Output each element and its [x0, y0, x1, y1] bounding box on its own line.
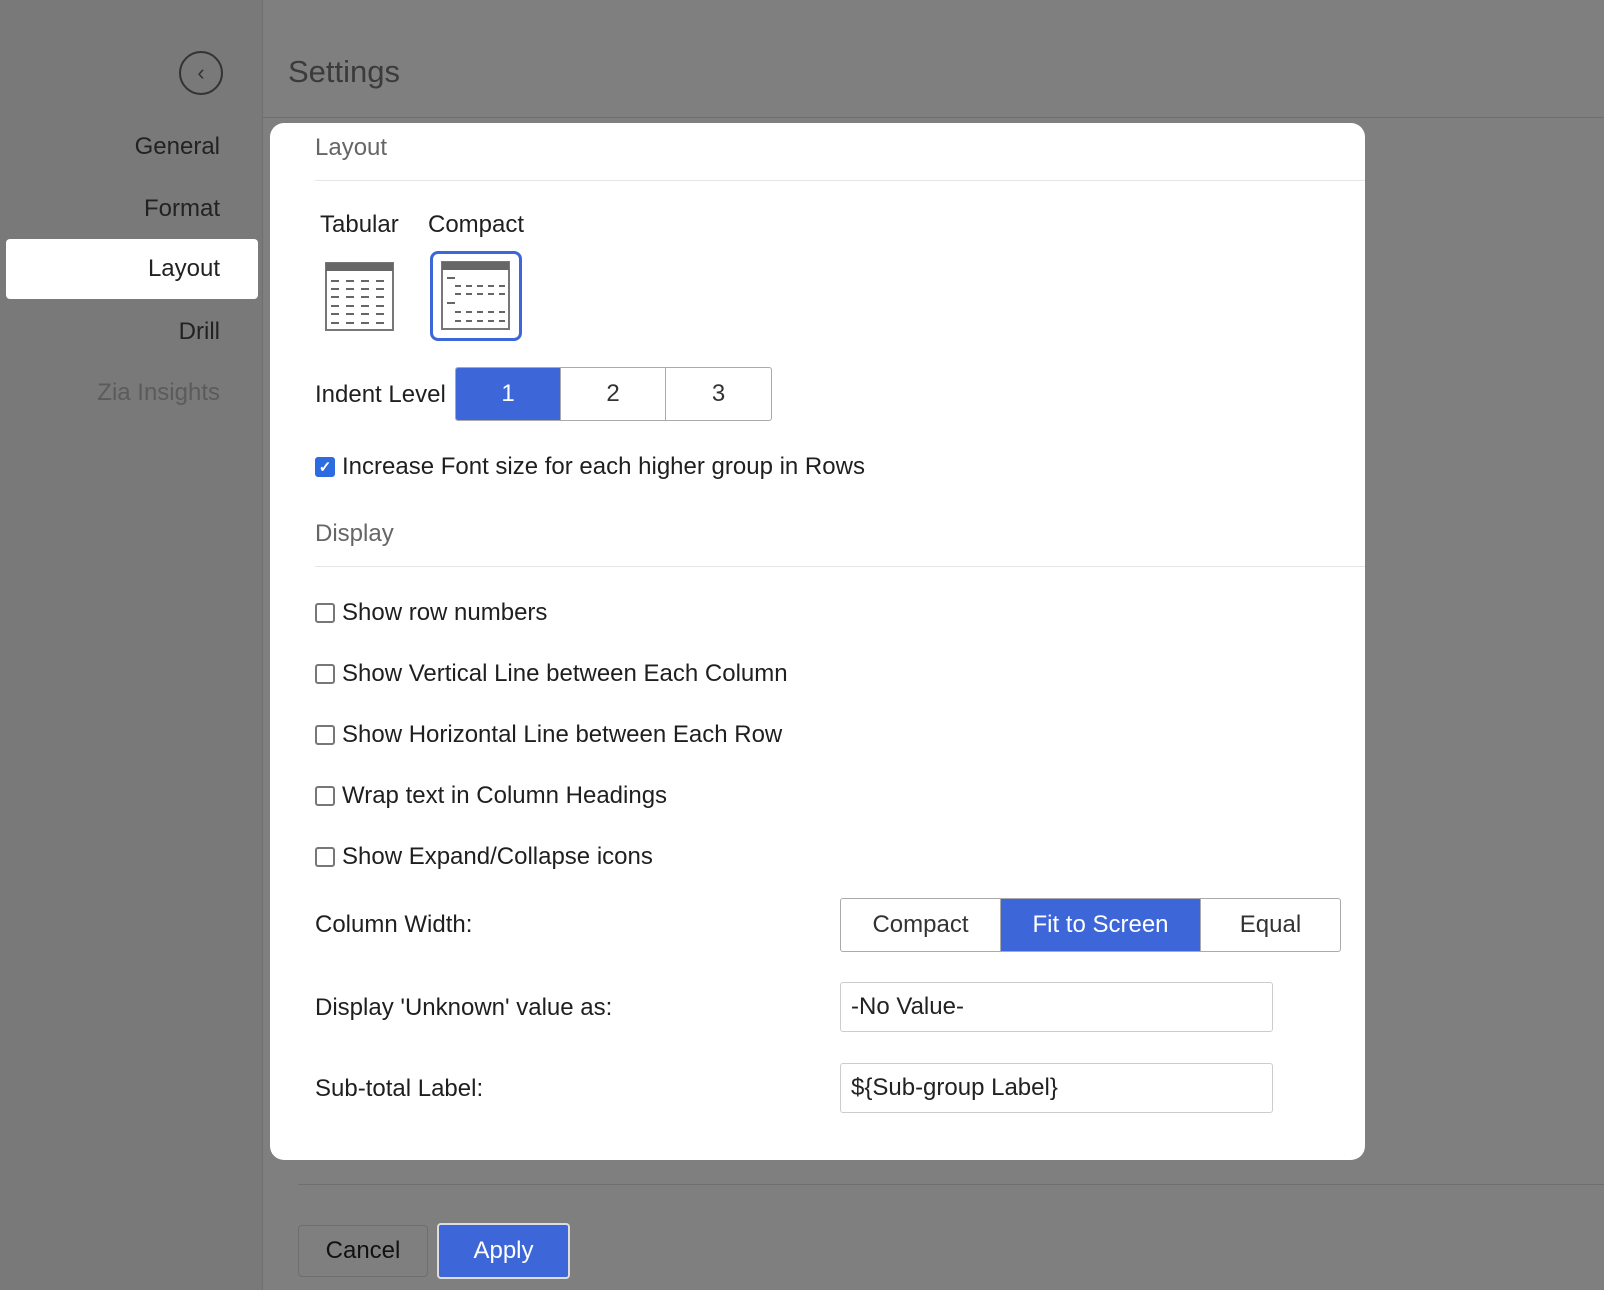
sidebar-item-general[interactable]: General — [135, 133, 220, 161]
checkbox-icon — [315, 786, 335, 806]
column-width-selector: Compact Fit to Screen Equal — [840, 898, 1341, 952]
tabular-table-icon — [325, 262, 394, 331]
column-width-fit-to-screen[interactable]: Fit to Screen — [1001, 899, 1201, 951]
checkbox-label: Show Vertical Line between Each Column — [342, 660, 788, 687]
column-width-equal[interactable]: Equal — [1201, 899, 1340, 951]
checkbox-label: Show Expand/Collapse icons — [342, 843, 653, 870]
column-width-label: Column Width: — [315, 911, 473, 938]
apply-button[interactable]: Apply — [437, 1223, 570, 1279]
indent-level-selector: 1 2 3 — [455, 367, 772, 421]
sidebar-item-layout[interactable]: Layout — [6, 239, 258, 299]
checkbox-label: Show Horizontal Line between Each Row — [342, 721, 783, 748]
display-heading: Display — [315, 520, 394, 547]
subtotal-label-input[interactable]: ${Sub-group Label} — [840, 1063, 1273, 1113]
compact-label: Compact — [428, 211, 525, 238]
show-row-numbers-checkbox[interactable]: Show row numbers — [315, 599, 547, 627]
layout-heading: Layout — [315, 134, 388, 161]
cancel-button[interactable]: Cancel — [298, 1225, 428, 1277]
checkbox-icon — [315, 603, 335, 623]
settings-panel: Layout Tabular Compact Indent Level 1 2 … — [270, 123, 1365, 1160]
checkbox-icon — [315, 664, 335, 684]
sidebar-item-format[interactable]: Format — [144, 195, 220, 223]
page-title: Settings — [288, 54, 401, 89]
wrap-text-checkbox[interactable]: Wrap text in Column Headings — [315, 782, 667, 810]
tabular-layout-option[interactable] — [325, 262, 395, 337]
show-vertical-line-checkbox[interactable]: Show Vertical Line between Each Column — [315, 660, 788, 688]
unknown-value-input[interactable]: -No Value- — [840, 982, 1273, 1032]
tabular-label: Tabular — [320, 211, 399, 238]
indent-level-1[interactable]: 1 — [456, 368, 561, 420]
sidebar-item-zia-insights[interactable]: Zia Insights — [97, 379, 220, 407]
column-width-compact[interactable]: Compact — [841, 899, 1001, 951]
sidebar-item-drill[interactable]: Drill — [179, 318, 220, 346]
divider — [315, 566, 1365, 567]
subtotal-label: Sub-total Label: — [315, 1075, 484, 1102]
checkbox-checked-icon: ✓ — [315, 457, 335, 477]
unknown-value-label: Display 'Unknown' value as: — [315, 994, 613, 1021]
sidebar: ‹ General Format Layout Drill Zia Insigh… — [0, 0, 263, 1290]
checkbox-icon — [315, 725, 335, 745]
divider — [315, 180, 1365, 181]
compact-table-icon — [441, 261, 510, 330]
increase-font-checkbox[interactable]: ✓ Increase Font size for each higher gro… — [315, 453, 865, 481]
footer-divider — [298, 1184, 1604, 1185]
indent-level-2[interactable]: 2 — [561, 368, 666, 420]
checkbox-label: Show row numbers — [342, 599, 548, 626]
compact-layout-option[interactable] — [430, 251, 522, 341]
checkbox-label: Wrap text in Column Headings — [342, 782, 668, 809]
increase-font-label: Increase Font size for each higher group… — [342, 453, 865, 480]
show-horizontal-line-checkbox[interactable]: Show Horizontal Line between Each Row — [315, 721, 782, 749]
back-button[interactable]: ‹ — [179, 51, 223, 95]
checkbox-icon — [315, 847, 335, 867]
chevron-left-icon: ‹ — [197, 60, 205, 85]
indent-level-3[interactable]: 3 — [666, 368, 771, 420]
show-expand-collapse-checkbox[interactable]: Show Expand/Collapse icons — [315, 843, 653, 871]
header-divider — [263, 117, 1604, 118]
indent-level-label: Indent Level — [315, 381, 446, 408]
